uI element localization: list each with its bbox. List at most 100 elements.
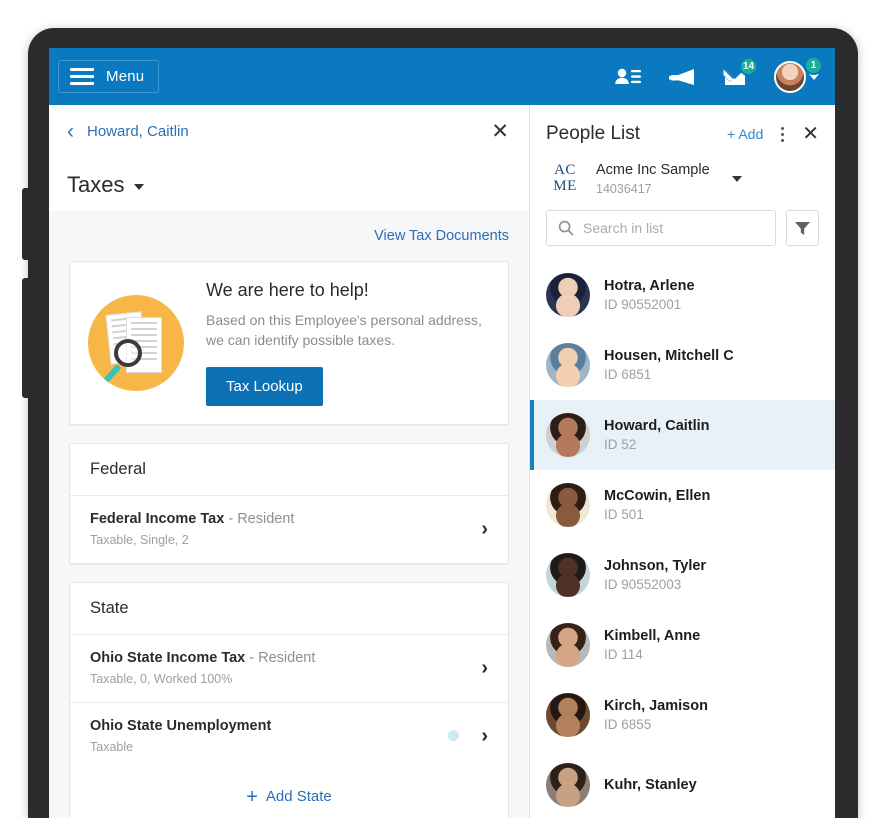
search-icon bbox=[558, 220, 574, 236]
user-menu[interactable]: 1 bbox=[774, 61, 819, 93]
company-selector[interactable]: AC ME Acme Inc Sample 14036417 bbox=[530, 155, 835, 210]
more-options-icon[interactable] bbox=[777, 125, 788, 144]
help-card-text: We are here to help! Based on this Emplo… bbox=[206, 280, 488, 406]
person-name: Kimbell, Anne bbox=[604, 628, 700, 644]
device-screen: Menu bbox=[49, 48, 835, 818]
person-id: ID 52 bbox=[604, 437, 710, 452]
people-list-pane: People List + Add ✕ AC ME Acme Inc Sampl… bbox=[529, 105, 835, 818]
federal-section-card: Federal Federal Income Tax - ResidentTax… bbox=[69, 443, 509, 564]
hamburger-icon bbox=[70, 68, 94, 85]
device-volume-down-button[interactable] bbox=[22, 278, 30, 398]
avatar bbox=[546, 623, 590, 667]
person-name: Hotra, Arlene bbox=[604, 278, 695, 294]
page-title-row: Taxes bbox=[49, 158, 529, 211]
page-title: Taxes bbox=[67, 172, 124, 198]
close-icon[interactable]: ✕ bbox=[802, 124, 819, 144]
chevron-right-icon[interactable]: › bbox=[481, 726, 488, 746]
device-volume-up-button[interactable] bbox=[22, 188, 30, 260]
close-icon[interactable]: ✕ bbox=[491, 121, 509, 142]
main-content: ‹ Howard, Caitlin ✕ Taxes View Tax Docum… bbox=[49, 105, 835, 818]
person-list-item[interactable]: McCowin, Ellen ID 501 bbox=[530, 470, 835, 540]
state-rows: Ohio State Income Tax - ResidentTaxable,… bbox=[70, 635, 508, 770]
help-card-line2: we can identify possible taxes. bbox=[206, 330, 488, 350]
person-info: Kirch, Jamison ID 6855 bbox=[604, 698, 708, 732]
tax-row-qualifier: - Resident bbox=[224, 511, 294, 527]
status-indicator-dot bbox=[448, 730, 459, 741]
tax-row-content: Federal Income Tax - Resident Taxable, Si… bbox=[90, 511, 481, 547]
company-info: Acme Inc Sample 14036417 bbox=[596, 161, 710, 196]
person-id: ID 90552003 bbox=[604, 577, 706, 592]
avatar bbox=[546, 413, 590, 457]
megaphone-icon[interactable] bbox=[668, 66, 696, 88]
contact-card-icon[interactable] bbox=[614, 66, 642, 87]
person-list-item[interactable]: Johnson, Tyler ID 90552003 bbox=[530, 540, 835, 610]
person-name: Housen, Mitchell C bbox=[604, 348, 734, 364]
chevron-right-icon[interactable]: › bbox=[481, 519, 488, 539]
search-box[interactable] bbox=[546, 210, 776, 246]
tax-lookup-button[interactable]: Tax Lookup bbox=[206, 367, 323, 406]
add-state-label: Add State bbox=[266, 788, 332, 805]
federal-rows: Federal Income Tax - Resident Taxable, Si… bbox=[70, 496, 508, 563]
person-name: Howard, Caitlin bbox=[604, 418, 710, 434]
people-list-actions: + Add ✕ bbox=[727, 124, 819, 144]
tax-row-qualifier: - Resident bbox=[245, 650, 315, 666]
view-documents-row: View Tax Documents bbox=[49, 211, 529, 261]
menu-button-label: Menu bbox=[106, 68, 144, 85]
view-tax-documents-link[interactable]: View Tax Documents bbox=[374, 228, 509, 244]
tax-row-detail: Taxable, 0, Worked 100% bbox=[90, 672, 481, 686]
plus-icon: + bbox=[246, 787, 258, 807]
tax-row-detail: Taxable, Single, 2 bbox=[90, 533, 481, 547]
tax-row-name: Federal Income Tax - Resident bbox=[90, 511, 481, 527]
inbox-icon[interactable]: 14 bbox=[722, 66, 748, 88]
breadcrumb: ‹ Howard, Caitlin ✕ bbox=[49, 105, 529, 158]
employee-taxes-pane: ‹ Howard, Caitlin ✕ Taxes View Tax Docum… bbox=[49, 105, 529, 818]
document-search-illustration-icon bbox=[88, 295, 184, 391]
avatar bbox=[546, 483, 590, 527]
person-name: McCowin, Ellen bbox=[604, 488, 710, 504]
person-name: Kirch, Jamison bbox=[604, 698, 708, 714]
avatar bbox=[546, 693, 590, 737]
tax-row[interactable]: Federal Income Tax - Resident Taxable, Si… bbox=[70, 496, 508, 563]
person-list-item[interactable]: Hotra, Arlene ID 90552001 bbox=[530, 260, 835, 330]
person-list-item[interactable]: Kuhr, Stanley bbox=[530, 750, 835, 818]
app-header-actions: 14 1 bbox=[614, 61, 819, 93]
person-id: ID 90552001 bbox=[604, 297, 695, 312]
avatar bbox=[546, 273, 590, 317]
person-list-item[interactable]: Howard, Caitlin ID 52 bbox=[530, 400, 835, 470]
person-info: Housen, Mitchell C ID 6851 bbox=[604, 348, 734, 382]
tax-row[interactable]: Ohio State Income Tax - ResidentTaxable,… bbox=[70, 635, 508, 703]
person-id: ID 6851 bbox=[604, 367, 734, 382]
back-chevron-icon[interactable]: ‹ bbox=[67, 121, 74, 142]
acme-logo-line1: AC bbox=[554, 162, 576, 178]
chevron-down-icon[interactable] bbox=[732, 176, 742, 182]
chevron-right-icon[interactable]: › bbox=[481, 658, 488, 678]
person-info: Howard, Caitlin ID 52 bbox=[604, 418, 710, 452]
menu-button[interactable]: Menu bbox=[58, 60, 159, 93]
add-state-button[interactable]: + Add State bbox=[70, 770, 508, 818]
filter-button[interactable] bbox=[786, 210, 819, 246]
help-card-title: We are here to help! bbox=[206, 280, 488, 301]
chevron-down-icon[interactable] bbox=[134, 184, 144, 190]
person-list-item[interactable]: Kirch, Jamison ID 6855 bbox=[530, 680, 835, 750]
person-id: ID 6855 bbox=[604, 717, 708, 732]
tablet-device-frame: Menu bbox=[28, 28, 858, 818]
avatar-badge-count: 1 bbox=[804, 56, 823, 75]
tax-row[interactable]: Ohio State UnemploymentTaxable› bbox=[70, 703, 508, 770]
search-input[interactable] bbox=[583, 220, 764, 236]
app-header-bar: Menu bbox=[49, 48, 835, 105]
acme-logo-icon: AC ME bbox=[546, 163, 584, 195]
person-list-item[interactable]: Housen, Mitchell C ID 6851 bbox=[530, 330, 835, 400]
company-id: 14036417 bbox=[596, 182, 710, 196]
person-info: Kuhr, Stanley bbox=[604, 777, 697, 793]
filter-icon bbox=[794, 220, 811, 237]
tax-row-detail: Taxable bbox=[90, 740, 448, 754]
person-info: Johnson, Tyler ID 90552003 bbox=[604, 558, 706, 592]
person-list-item[interactable]: Kimbell, AnneID 114 bbox=[530, 610, 835, 680]
breadcrumb-employee-name[interactable]: Howard, Caitlin bbox=[87, 123, 189, 140]
person-id: ID 501 bbox=[604, 507, 710, 522]
add-person-button[interactable]: + Add bbox=[727, 126, 763, 142]
help-card: We are here to help! Based on this Emplo… bbox=[69, 261, 509, 425]
inbox-badge-count: 14 bbox=[739, 57, 758, 76]
person-name: Johnson, Tyler bbox=[604, 558, 706, 574]
person-info: Kimbell, AnneID 114 bbox=[604, 628, 700, 662]
